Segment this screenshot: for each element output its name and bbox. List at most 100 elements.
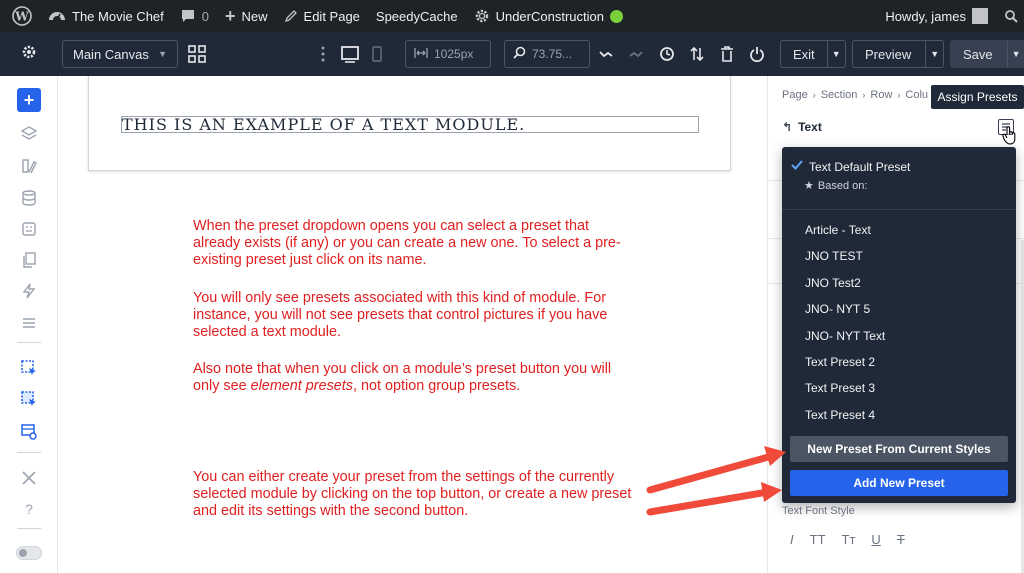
preset-item[interactable]: Text Preset 2 <box>805 355 875 369</box>
text-module[interactable]: THIS IS AN EXAMPLE OF A TEXT MODULE. <box>88 76 731 171</box>
grid-icon[interactable] <box>188 45 206 68</box>
lightning-icon[interactable] <box>17 279 41 303</box>
preset-item[interactable]: JNO TEST <box>805 249 863 263</box>
pages-icon[interactable] <box>17 248 41 272</box>
site-name-link[interactable]: The Movie Chef <box>40 0 172 32</box>
capitalize-button[interactable]: Tт <box>842 532 856 547</box>
chevron-down-icon[interactable]: ▼ <box>826 41 845 67</box>
sidebar-divider <box>17 528 41 529</box>
assign-presets-tooltip: Assign Presets <box>931 85 1024 109</box>
preset-item[interactable]: Text Preset 3 <box>805 381 875 395</box>
preset-item[interactable]: JNO Test2 <box>805 276 861 290</box>
desktop-view-icon[interactable] <box>340 45 360 68</box>
history-icon[interactable] <box>659 45 675 68</box>
tools-icon[interactable] <box>17 466 41 490</box>
select-element-icon[interactable] <box>17 356 41 380</box>
list-icon[interactable] <box>17 311 41 335</box>
wordpress-icon: W <box>12 6 32 26</box>
breadcrumb-row[interactable]: Row <box>870 89 892 101</box>
preset-item[interactable]: Article - Text <box>805 223 871 237</box>
design-library-icon[interactable] <box>17 154 41 178</box>
italic-button[interactable]: I <box>790 532 794 547</box>
annotation-note-4: You can either create your preset from t… <box>193 469 633 520</box>
preview-button[interactable]: Preview ▼ <box>852 40 945 68</box>
add-module-button[interactable]: + <box>17 88 41 112</box>
preset-item[interactable]: Text Preset 4 <box>805 408 875 422</box>
annotation-arrows <box>646 446 786 516</box>
sort-icon[interactable] <box>689 45 705 68</box>
default-preset-item[interactable]: Text Default Preset <box>791 159 910 174</box>
under-construction-link[interactable]: UnderConstruction <box>466 0 631 32</box>
more-vertical-icon[interactable] <box>320 45 326 68</box>
new-preset-from-current-button[interactable]: New Preset From Current Styles <box>790 436 1008 462</box>
breadcrumb-page[interactable]: Page <box>782 89 808 101</box>
new-content-link[interactable]: + New <box>217 0 276 32</box>
power-icon[interactable] <box>749 45 765 68</box>
variables-icon[interactable] <box>17 217 41 241</box>
star-icon: ★ <box>804 180 814 192</box>
edit-page-link[interactable]: Edit Page <box>276 0 368 32</box>
preset-dropdown: Text Default Preset ★ Based on: Article … <box>782 147 1016 503</box>
add-new-preset-button[interactable]: Add New Preset <box>790 470 1008 496</box>
module-title-label: Text <box>798 120 822 134</box>
comments-link[interactable]: 0 <box>172 0 217 32</box>
wordpress-logo-button[interactable]: W <box>0 0 40 32</box>
uppercase-button[interactable]: TT <box>810 532 826 547</box>
default-preset-label: Text Default Preset <box>809 159 911 174</box>
save-label: Save <box>963 46 993 62</box>
dropdown-divider <box>782 209 1016 210</box>
canvas-select[interactable]: Main Canvas ▼ <box>62 40 178 68</box>
canvas-select-value: Main Canvas <box>73 46 149 62</box>
strikethrough-button[interactable]: T <box>897 532 905 547</box>
chevron-down-icon[interactable]: ▼ <box>1006 41 1024 67</box>
annotation-note-2: You will only see presets associated wit… <box>193 290 623 341</box>
annotation-text: When the preset dropdown opens you can s… <box>193 218 621 268</box>
module-title: ↰ Text <box>782 120 822 134</box>
redo-icon[interactable] <box>628 45 644 68</box>
speedycache-link[interactable]: SpeedyCache <box>368 0 466 32</box>
builder-toolbar: Main Canvas ▼ 1025px 73.75... Exit ▼ Pre… <box>0 32 1024 76</box>
trash-icon[interactable] <box>719 45 735 68</box>
help-icon[interactable]: ? <box>17 497 41 521</box>
annotation-text: You will only see presets associated wit… <box>193 290 608 340</box>
select-multiple-icon[interactable] <box>17 387 41 411</box>
avatar <box>972 8 988 24</box>
text-module-content[interactable]: THIS IS AN EXAMPLE OF A TEXT MODULE. <box>121 116 699 133</box>
settings-button[interactable] <box>0 32 58 76</box>
underline-button[interactable]: U <box>871 532 880 547</box>
checkmark-icon <box>791 159 803 174</box>
zoom-input[interactable]: 73.75... <box>504 40 590 68</box>
sidebar-divider <box>17 452 41 453</box>
zoom-icon <box>513 46 526 62</box>
chevron-down-icon: ▼ <box>158 49 167 59</box>
save-button[interactable]: Save ▼ <box>950 40 1024 68</box>
database-icon[interactable] <box>17 186 41 210</box>
breadcrumb-section[interactable]: Section <box>821 89 858 101</box>
undo-icon[interactable] <box>598 45 614 68</box>
back-arrow-icon[interactable]: ↰ <box>782 120 792 134</box>
plus-icon: + <box>23 89 35 110</box>
width-value: 1025px <box>434 47 474 61</box>
gear-icon <box>21 44 37 65</box>
font-style-buttons: I TT Tт U T <box>790 532 905 547</box>
canvas-width-input[interactable]: 1025px <box>405 40 491 68</box>
annotation-text: You can either create your preset from t… <box>193 469 632 519</box>
search-button[interactable] <box>996 0 1024 32</box>
account-menu[interactable]: Howdy, james <box>877 0 996 32</box>
preset-item[interactable]: JNO- NYT Text <box>805 329 885 343</box>
layout-settings-icon[interactable] <box>17 420 41 444</box>
mode-toggle[interactable] <box>16 546 42 560</box>
chevron-right-icon: › <box>812 90 816 100</box>
exit-button[interactable]: Exit ▼ <box>780 40 846 68</box>
breadcrumb-column[interactable]: Colu <box>905 89 928 101</box>
preset-item[interactable]: JNO- NYT 5 <box>805 302 870 316</box>
sidebar-divider <box>17 342 41 343</box>
new-label: New <box>241 8 268 24</box>
chevron-down-icon[interactable]: ▼ <box>925 41 943 67</box>
phone-view-icon[interactable] <box>372 45 382 68</box>
greeting: Howdy, james <box>885 8 966 24</box>
admin-bar: W The Movie Chef 0 + New Edit Page Speed… <box>0 0 1024 32</box>
layers-icon[interactable] <box>17 122 41 146</box>
based-on-label: Based on: <box>817 179 868 192</box>
comments-count: 0 <box>201 8 209 24</box>
